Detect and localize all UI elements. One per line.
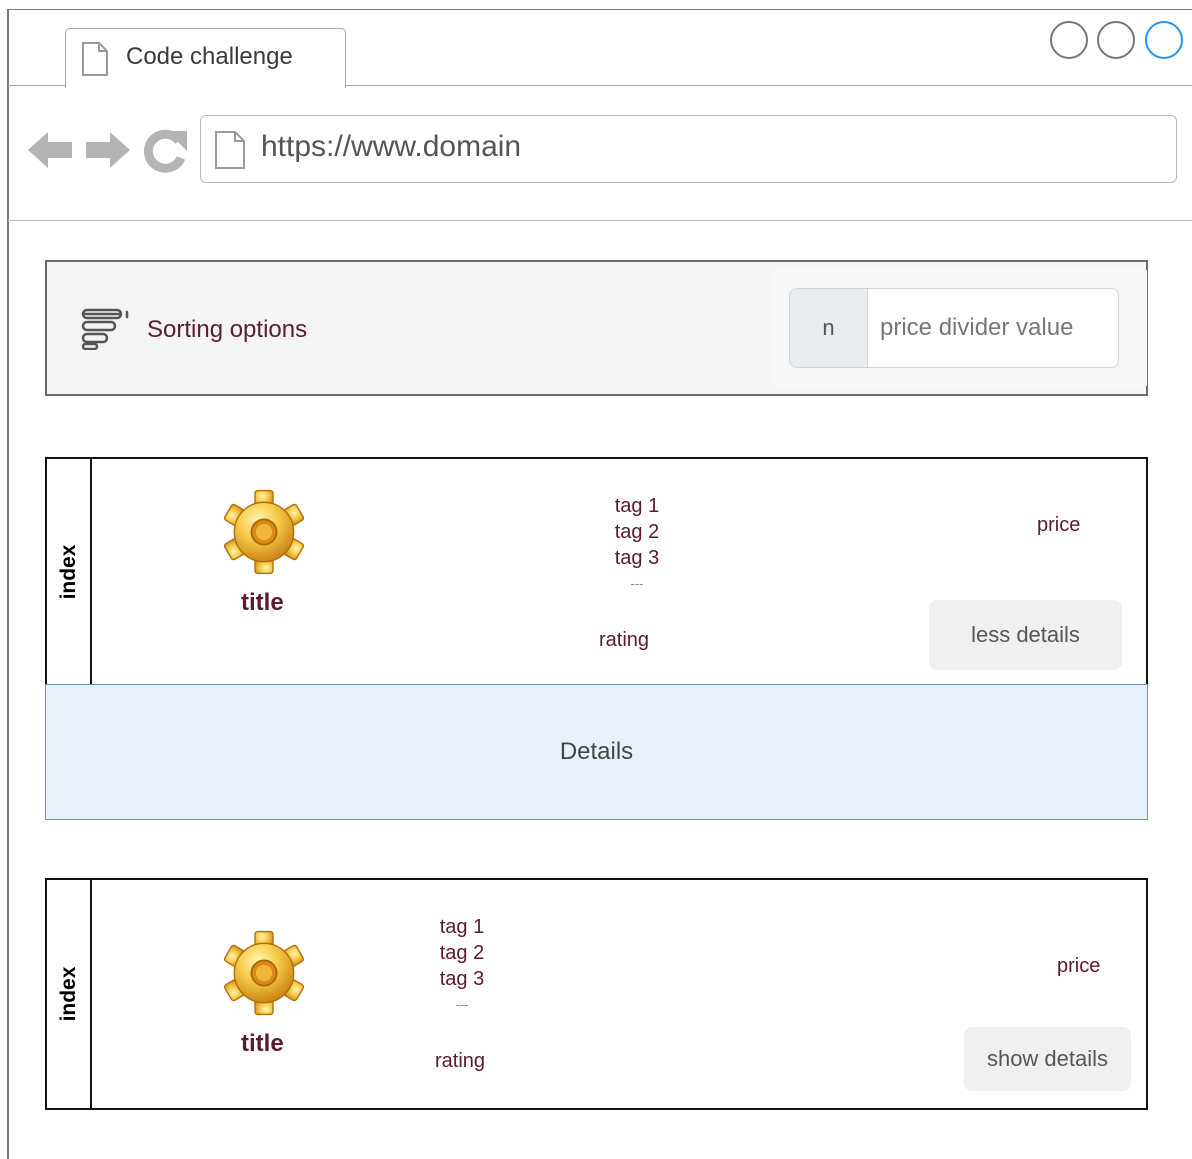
address-bar[interactable]: https://www.domain: [200, 115, 1177, 183]
tag-list: tag 1 tag 2 tag 3 ---: [582, 493, 692, 597]
sorting-options-label[interactable]: Sorting options: [147, 316, 307, 344]
card-title: title: [241, 1030, 284, 1057]
url-text[interactable]: https://www.domain: [261, 130, 521, 164]
card-title: title: [241, 589, 284, 616]
card-index-column: index: [47, 459, 92, 684]
document-icon: [213, 130, 247, 175]
card-index-column: index: [47, 880, 92, 1108]
tag-list: tag 1 tag 2 tag 3 ---: [407, 914, 517, 1018]
sort-lines-icon[interactable]: [80, 308, 130, 355]
gear-icon: [219, 487, 309, 577]
window-close-button[interactable]: [1145, 21, 1183, 59]
details-text: Details: [559, 738, 634, 765]
tab-title: Code challenge: [126, 43, 293, 70]
less-details-button[interactable]: less details: [929, 600, 1122, 670]
product-card: index title tag 1 tag 2 tag 3 --- rating…: [45, 457, 1148, 686]
tag: tag 3: [439, 968, 485, 990]
price-divider-input[interactable]: n price divider value: [789, 288, 1119, 368]
tag: tag 2: [614, 521, 660, 543]
arrow-right-icon[interactable]: [84, 130, 132, 175]
card-price: price: [1037, 514, 1081, 536]
tag: tag 2: [439, 942, 485, 964]
sorting-panel: Sorting options n price divider value: [45, 260, 1148, 396]
gear-icon: [219, 928, 309, 1018]
show-details-button[interactable]: show details: [964, 1027, 1131, 1091]
tags-more: ---: [630, 576, 644, 591]
window-maximize-button[interactable]: [1097, 21, 1135, 59]
arrow-left-icon[interactable]: [26, 130, 74, 175]
tag: tag 1: [614, 495, 660, 517]
details-panel: Details: [45, 684, 1148, 820]
product-card: index title tag 1 tag 2 tag 3 --- rating…: [45, 878, 1148, 1110]
card-index: index: [56, 544, 80, 599]
input-prefix: n: [790, 289, 868, 367]
tag: tag 1: [439, 916, 485, 938]
card-index: index: [56, 966, 80, 1022]
toolbar-divider: [8, 220, 1192, 221]
tab-strip-line: [345, 85, 1192, 86]
tab-strip-line: [8, 85, 66, 86]
card-rating: rating: [599, 629, 650, 651]
price-divider-placeholder[interactable]: price divider value: [880, 314, 1073, 342]
window-minimize-button[interactable]: [1050, 21, 1088, 59]
reload-icon[interactable]: [143, 127, 189, 178]
browser-tab[interactable]: Code challenge: [65, 28, 346, 88]
window-frame-top: [7, 9, 1192, 10]
window-frame-left: [7, 9, 9, 1159]
card-rating: rating: [435, 1050, 486, 1072]
document-icon: [80, 41, 110, 82]
tag: tag 3: [614, 547, 660, 569]
tags-more: ---: [455, 997, 469, 1012]
card-price: price: [1057, 955, 1101, 977]
